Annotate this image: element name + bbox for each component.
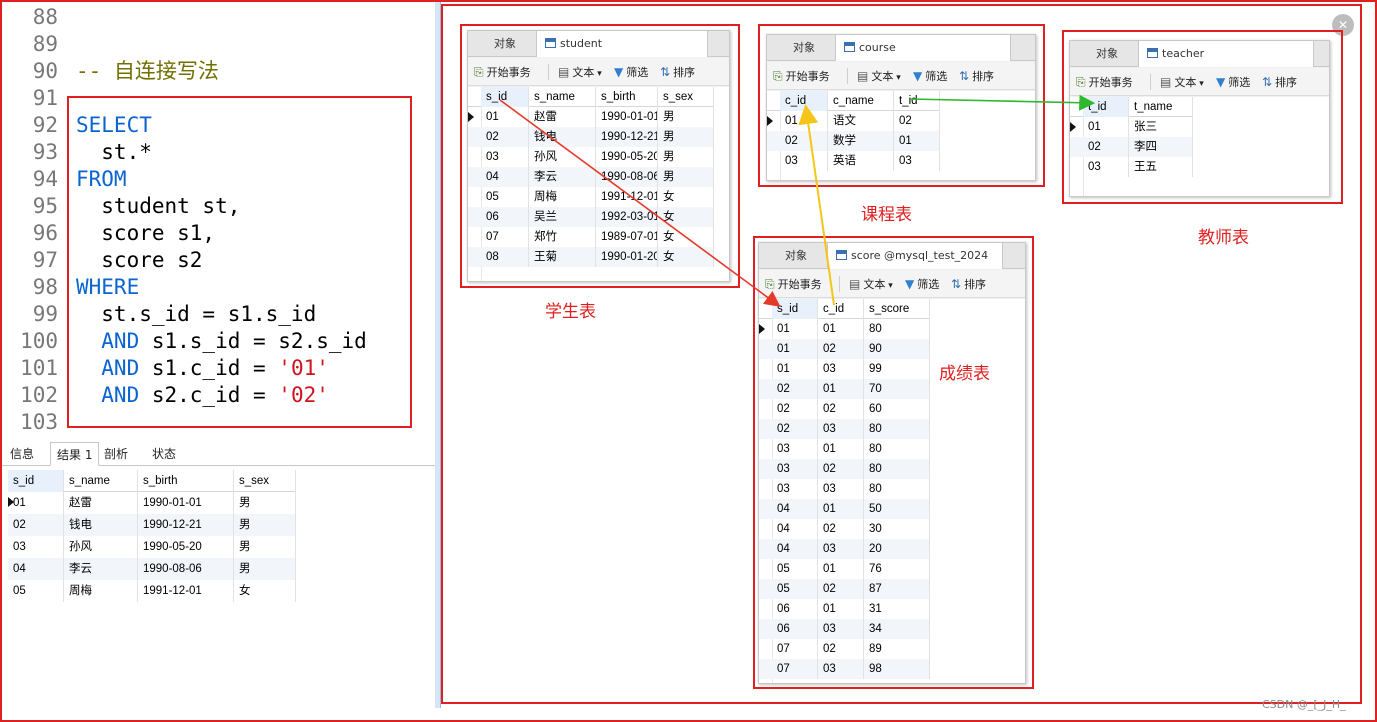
line-number: 89 [32,32,58,56]
table-row[interactable]: 05 周梅 1991-12-01 女 [8,580,296,602]
student-highlight-box [460,24,740,288]
line-number: 93 [32,140,58,164]
table-row[interactable]: 01 赵雷 1990-01-01 男 [8,492,296,514]
result-tab-bar: 信息 结果 1 剖析 状态 [2,442,435,466]
teacher-highlight-box [1062,30,1343,204]
line-number: 92 [32,113,58,137]
line-number: 95 [32,194,58,218]
line-number: 103 [20,410,58,434]
line-number: 97 [32,248,58,272]
table-cell[interactable]: 周梅 [64,580,138,602]
score-highlight-box [753,236,1034,689]
sql-highlight-box [67,96,412,428]
code-text[interactable]: -- 自连接写法 [76,58,219,85]
line-number: 90 [32,59,58,83]
column-header-s_sex[interactable]: s_sex [234,470,296,492]
result-tab-2[interactable]: 剖析 [98,442,134,466]
table-cell[interactable]: 1991-12-01 [138,580,234,602]
course-highlight-box [758,24,1045,187]
result-status-bar [2,712,435,720]
table-cell[interactable]: 1990-01-01 [138,492,234,514]
column-header-s_name[interactable]: s_name [64,470,138,492]
code-line: 88 [2,4,435,31]
table-cell[interactable]: 李云 [64,558,138,580]
student-table-label: 学生表 [545,302,596,322]
grid-header-row: s_id s_name s_birth s_sex [8,470,296,492]
line-number: 94 [32,167,58,191]
line-number: 102 [20,383,58,407]
result-grid[interactable]: s_id s_name s_birth s_sex 01 赵雷 1990-01-01 男 02 钱… [8,470,302,602]
line-number: 91 [32,86,58,110]
line-number: 99 [32,302,58,326]
result-panel: 信息 结果 1 剖析 状态 s_id s_name s_birth s_sex 01 赵雷 199… [2,440,435,720]
table-row[interactable]: 03 孙风 1990-05-20 男 [8,536,296,558]
result-tab-1[interactable]: 结果 1 [50,442,100,466]
line-number: 98 [32,275,58,299]
column-header-s_id[interactable]: s_id [8,470,64,492]
table-cell[interactable]: 赵雷 [64,492,138,514]
table-row[interactable]: 02 钱电 1990-12-21 男 [8,514,296,536]
table-cell[interactable]: 01 [8,492,64,514]
teacher-table-label: 教师表 [1198,228,1249,248]
table-cell[interactable]: 05 [8,580,64,602]
table-cell[interactable]: 04 [8,558,64,580]
code-line: 90 -- 自连接写法 [2,58,435,85]
table-cell[interactable]: 男 [234,536,296,558]
table-cell[interactable]: 男 [234,558,296,580]
line-number: 101 [20,356,58,380]
table-cell[interactable]: 男 [234,492,296,514]
table-cell[interactable]: 03 [8,536,64,558]
table-cell[interactable]: 孙风 [64,536,138,558]
course-table-label: 课程表 [861,205,912,225]
table-cell[interactable]: 女 [234,580,296,602]
line-number: 96 [32,221,58,245]
table-cell[interactable]: 1990-05-20 [138,536,234,558]
code-line: 89 [2,31,435,58]
result-tab-0[interactable]: 信息 [4,442,40,466]
line-number: 100 [20,329,58,353]
code-token: -- 自连接写法 [76,59,219,83]
result-tab-3[interactable]: 状态 [146,442,182,466]
table-row[interactable]: 04 李云 1990-08-06 男 [8,558,296,580]
line-number: 88 [32,5,58,29]
table-cell[interactable]: 钱电 [64,514,138,536]
table-cell[interactable]: 1990-08-06 [138,558,234,580]
score-table-label: 成绩表 [939,364,990,384]
table-cell[interactable]: 1990-12-21 [138,514,234,536]
column-header-s_birth[interactable]: s_birth [138,470,234,492]
watermark: CSDN @_[_J_H_ [1262,698,1346,711]
table-cell[interactable]: 男 [234,514,296,536]
table-cell[interactable]: 02 [8,514,64,536]
